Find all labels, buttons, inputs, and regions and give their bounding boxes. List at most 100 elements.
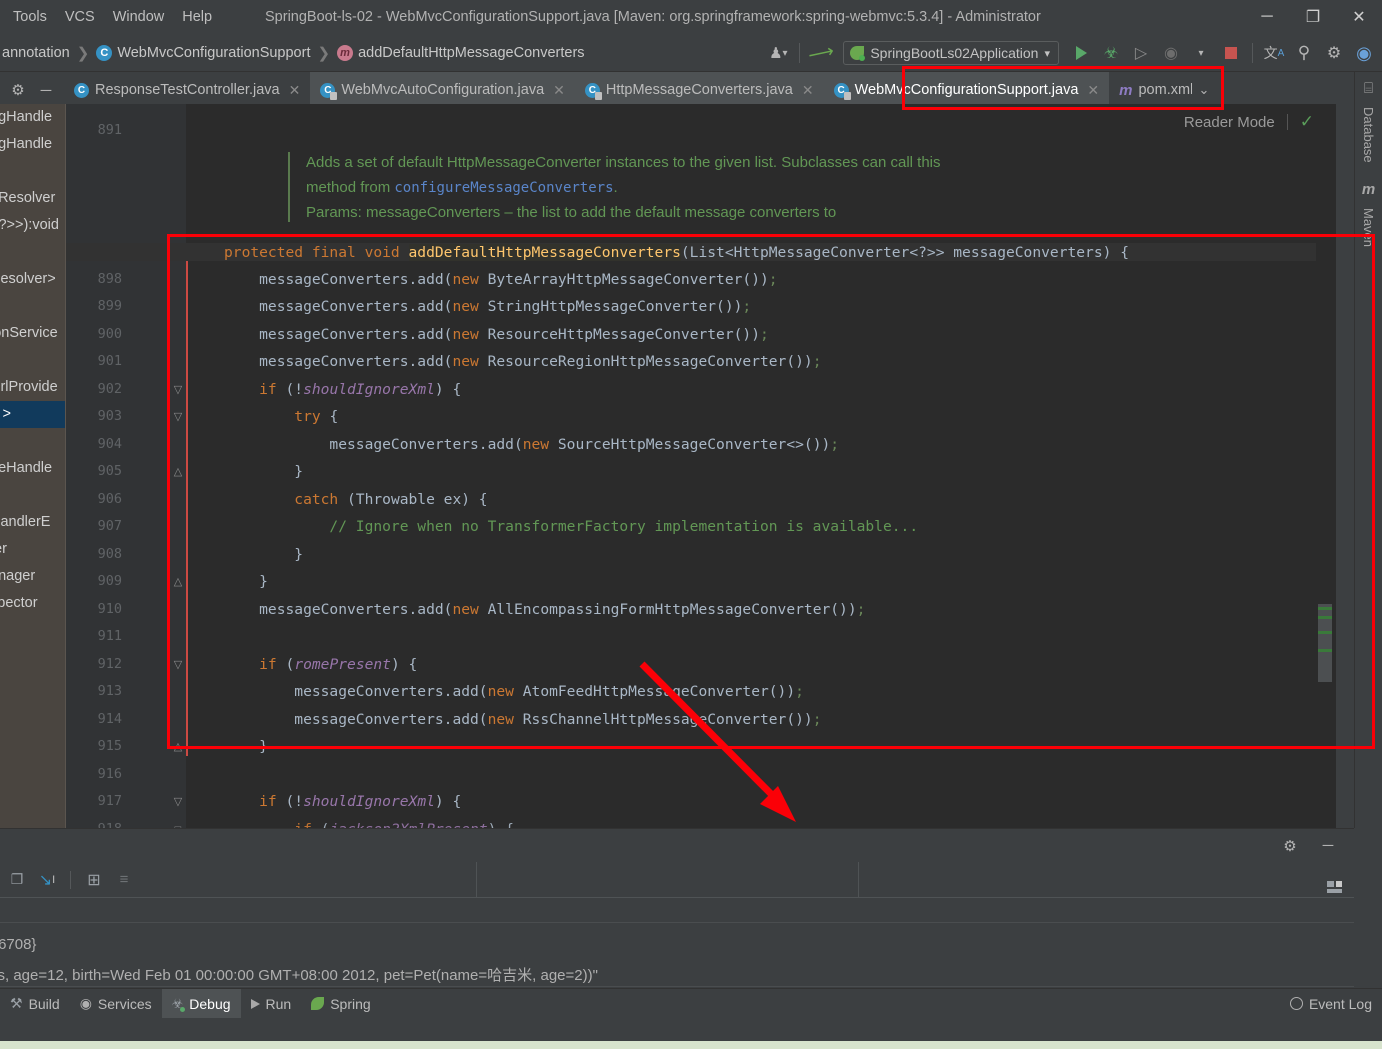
- code-line-901[interactable]: messageConverters.add(new ResourceRegion…: [224, 353, 821, 371]
- code-line-910[interactable]: messageConverters.add(new AllEncompassin…: [224, 601, 865, 619]
- code-line-913[interactable]: messageConverters.add(new AtomFeedHttpMe…: [224, 683, 804, 701]
- run-icon[interactable]: [1067, 38, 1095, 68]
- structure-popup-panel[interactable]: ngHandle ngHandle nResolver <?>>):void R…: [0, 104, 66, 828]
- list-item[interactable]: spector: [0, 590, 65, 617]
- tool-window-debug[interactable]: ☣ Debug: [161, 988, 241, 1019]
- settings-icon[interactable]: ⚙: [4, 75, 32, 105]
- close-button[interactable]: ✕: [1336, 0, 1382, 34]
- search-icon[interactable]: ⚲: [1290, 38, 1318, 68]
- list-item[interactable]: UrlProvide: [0, 374, 65, 401]
- editor-tab-pom-xml[interactable]: m pom.xml ⌄: [1109, 72, 1219, 108]
- tool-window-database[interactable]: Database: [1361, 107, 1376, 163]
- code-line-902[interactable]: if (!shouldIgnoreXml) {: [224, 381, 461, 399]
- chevron-down-icon[interactable]: ⌄: [1198, 82, 1209, 98]
- tool-window-run[interactable]: Run: [241, 989, 302, 1019]
- menu-item-window[interactable]: Window: [104, 5, 174, 29]
- list-item[interactable]: [0, 347, 65, 374]
- fold-icon[interactable]: ▽: [172, 411, 184, 423]
- list-item[interactable]: HandlerE: [0, 509, 65, 536]
- breadcrumb-item-class[interactable]: C WebMvcConfigurationSupport: [96, 44, 310, 61]
- fold-icon[interactable]: ▽: [172, 796, 184, 808]
- list-item[interactable]: ter: [0, 536, 65, 563]
- profiler-icon[interactable]: ◉: [1157, 38, 1185, 68]
- event-log-button[interactable]: Event Log: [1289, 996, 1372, 1012]
- fold-icon[interactable]: △: [172, 466, 184, 478]
- debugger-variable-list[interactable]: sor@6708} xs, age=12, birth=Wed Feb 01 0…: [0, 898, 1354, 988]
- database-icon[interactable]: ⌸: [1364, 80, 1373, 97]
- code-line-898[interactable]: messageConverters.add(new ByteArrayHttpM…: [224, 271, 777, 289]
- tool-window-build[interactable]: ⚒ Build: [0, 989, 70, 1019]
- menu-item-vcs[interactable]: VCS: [56, 5, 104, 29]
- update-project-icon[interactable]: ⟶: [805, 35, 839, 70]
- ide-logo-icon[interactable]: ◉: [1350, 38, 1378, 68]
- settings-icon[interactable]: ⚙: [1320, 38, 1348, 68]
- run-configuration-selector[interactable]: SpringBootLs02Application ▾: [843, 41, 1059, 65]
- doc-comment-reference[interactable]: configureMessageConverters: [394, 180, 613, 196]
- run-with-coverage-icon[interactable]: ▷: [1127, 38, 1155, 68]
- jump-to-source-icon[interactable]: ↘ I: [34, 867, 60, 893]
- code-line-903[interactable]: try {: [224, 408, 338, 426]
- code-line-912[interactable]: if (romePresent) {: [224, 656, 417, 674]
- breadcrumb-item-method[interactable]: m addDefaultHttpMessageConverters: [337, 44, 585, 61]
- fold-icon[interactable]: ▽: [172, 384, 184, 396]
- variable-row[interactable]: xs, age=12, birth=Wed Feb 01 00:00:00 GM…: [0, 964, 598, 985]
- code-line-908[interactable]: }: [224, 546, 303, 564]
- close-icon[interactable]: ✕: [802, 82, 814, 99]
- copy-value-icon[interactable]: ❐: [4, 867, 30, 893]
- breadcrumb-item-package[interactable]: annotation: [2, 45, 70, 61]
- minimize-button[interactable]: ─: [1244, 0, 1290, 34]
- list-item[interactable]: [0, 239, 65, 266]
- list-item[interactable]: anager: [0, 563, 65, 590]
- code-line-904[interactable]: messageConverters.add(new SourceHttpMess…: [224, 436, 839, 454]
- list-item[interactable]: [0, 428, 65, 455]
- maximize-button[interactable]: ❐: [1290, 0, 1336, 34]
- tool-window-maven[interactable]: Maven: [1361, 208, 1376, 247]
- editor-tab-webmvc-autoconfiguration[interactable]: C WebMvcAutoConfiguration.java ✕: [310, 72, 575, 108]
- tool-window-spring[interactable]: Spring: [301, 989, 380, 1019]
- restore-layout-icon[interactable]: [1326, 880, 1342, 894]
- sort-values-icon[interactable]: ≡: [111, 867, 137, 893]
- editor-tab-webmvc-configuration-support[interactable]: C WebMvcConfigurationSupport.java ✕: [823, 72, 1110, 108]
- code-line-907[interactable]: // Ignore when no TransformerFactory imp…: [224, 518, 918, 536]
- code-line-909[interactable]: }: [224, 573, 268, 591]
- code-line-914[interactable]: messageConverters.add(new RssChannelHttp…: [224, 711, 821, 729]
- editor-tab-http-message-converters[interactable]: C HttpMessageConverters.java ✕: [574, 72, 824, 108]
- list-item[interactable]: nResolver: [0, 185, 65, 212]
- view-as-table-icon[interactable]: ⊞: [81, 867, 107, 893]
- list-item[interactable]: [0, 482, 65, 509]
- translate-icon[interactable]: 文A: [1260, 38, 1288, 68]
- code-line-906[interactable]: catch (Throwable ex) {: [224, 491, 487, 509]
- reader-mode-indicator[interactable]: Reader Mode ✓: [1184, 112, 1314, 132]
- editor-scrollbar[interactable]: [1316, 104, 1336, 828]
- variable-row[interactable]: sor@6708}: [0, 936, 36, 953]
- editor-tab-response-test-controller[interactable]: C ResponseTestController.java ✕: [64, 72, 310, 108]
- stop-icon[interactable]: [1217, 38, 1245, 68]
- debug-icon[interactable]: ☣: [1097, 38, 1125, 68]
- code-line-900[interactable]: messageConverters.add(new ResourceHttpMe…: [224, 326, 769, 344]
- menu-item-help[interactable]: Help: [173, 5, 221, 29]
- code-editor[interactable]: Adds a set of default HttpMessageConvert…: [66, 104, 1316, 828]
- settings-icon[interactable]: ⚙: [1276, 831, 1304, 861]
- close-icon[interactable]: ✕: [1087, 82, 1099, 99]
- list-item[interactable]: Resolver>: [0, 266, 65, 293]
- profiler-dropdown-icon[interactable]: ▾: [1187, 38, 1215, 68]
- hide-icon[interactable]: ─: [32, 75, 60, 105]
- code-line-897[interactable]: protected final void addDefaultHttpMessa…: [224, 244, 1129, 262]
- list-item[interactable]: <?>>):void: [0, 212, 65, 239]
- close-icon[interactable]: ✕: [289, 82, 301, 99]
- fold-icon[interactable]: △: [172, 576, 184, 588]
- code-line-905[interactable]: }: [224, 463, 303, 481]
- hide-icon[interactable]: ─: [1314, 831, 1342, 861]
- list-item[interactable]: ionService: [0, 320, 65, 347]
- tool-window-services[interactable]: ◉ Services: [70, 989, 162, 1019]
- fold-icon[interactable]: △: [172, 741, 184, 753]
- list-item[interactable]: ueHandle: [0, 455, 65, 482]
- code-line-899[interactable]: messageConverters.add(new StringHttpMess…: [224, 298, 751, 316]
- list-item-selected[interactable]: < >: [0, 401, 65, 428]
- user-icon[interactable]: ♟ ▾: [764, 38, 792, 68]
- maven-icon[interactable]: m: [1362, 181, 1375, 198]
- list-item[interactable]: [0, 158, 65, 185]
- code-line-918[interactable]: if (jackson2XmlPresent) {: [224, 821, 514, 828]
- list-item[interactable]: ngHandle: [0, 131, 65, 158]
- code-line-915[interactable]: }: [224, 738, 268, 756]
